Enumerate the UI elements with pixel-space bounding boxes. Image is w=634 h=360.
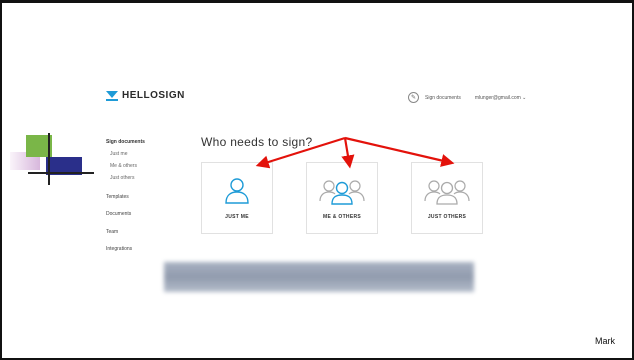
annotation-arrows — [255, 136, 455, 169]
speaker-name: Mark — [595, 336, 615, 346]
arrow-to-just-others — [344, 136, 455, 167]
arrow-to-me-and-others — [341, 137, 355, 169]
arrow-to-just-me — [255, 136, 346, 169]
